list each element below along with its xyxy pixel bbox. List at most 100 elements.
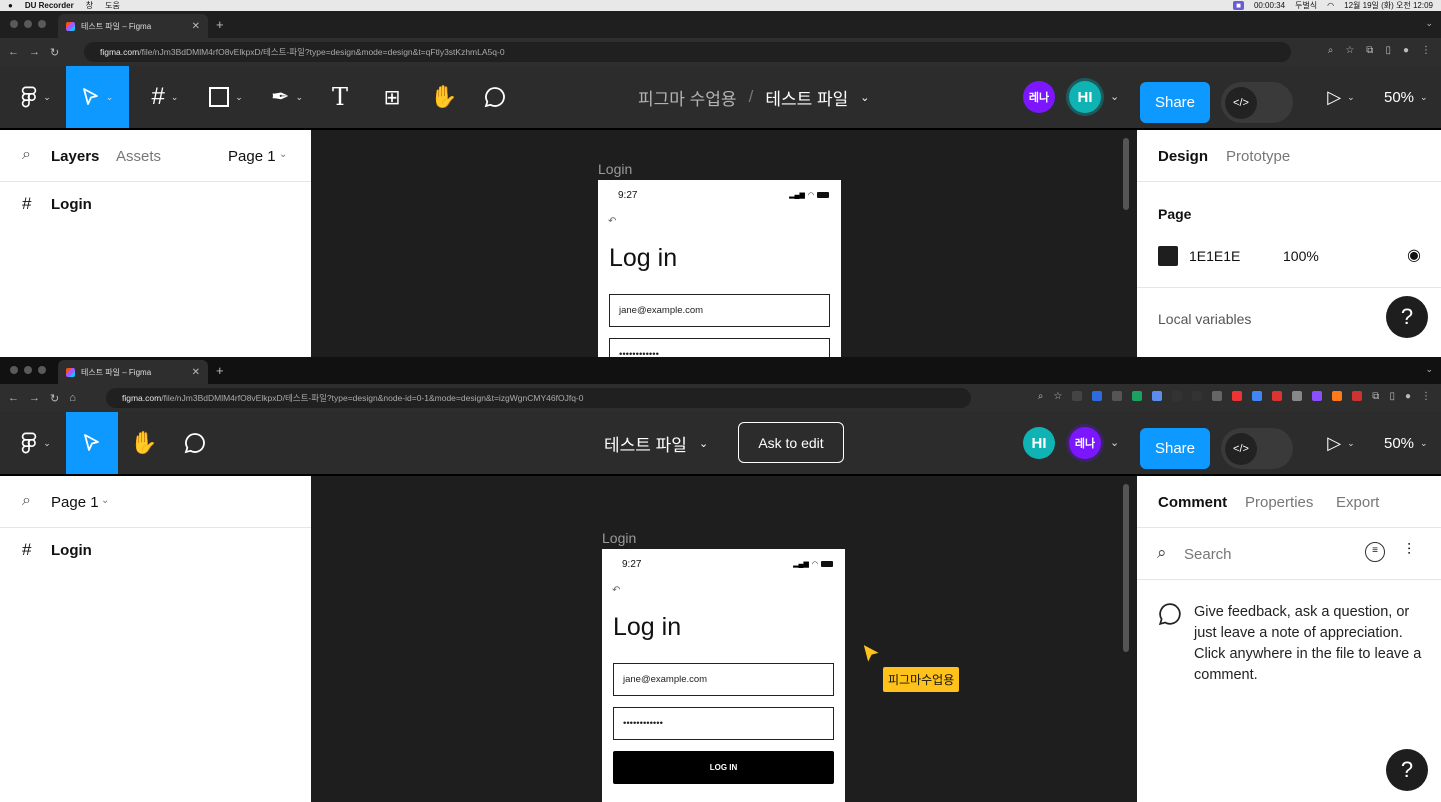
page-color-value[interactable]: 1E1E1E (1189, 248, 1240, 264)
extension-icon[interactable] (1352, 391, 1363, 401)
frame-tool-button[interactable]: # ⌄ (140, 66, 190, 128)
zoom-menu[interactable]: 50% ⌄ (1384, 412, 1428, 474)
main-menu-button[interactable]: ⌄ (10, 412, 62, 474)
chevron-down-icon[interactable]: ⌄ (279, 149, 287, 160)
back-icon[interactable]: ← (8, 392, 19, 404)
file-name[interactable]: 테스트 파일 (604, 431, 687, 456)
extension-icon[interactable] (1272, 391, 1283, 401)
search-icon[interactable]: ⌕ (22, 492, 31, 510)
filter-icon[interactable]: ≡ (1365, 542, 1385, 562)
chevron-down-icon[interactable]: ⌄ (1110, 436, 1119, 449)
move-tool-button[interactable]: ⌄ (66, 66, 129, 128)
traffic-lights[interactable] (10, 20, 46, 28)
zoom-menu[interactable]: 50% ⌄ (1384, 66, 1428, 128)
hand-tool-button[interactable]: ✋ (124, 412, 164, 474)
avatar[interactable]: HI (1069, 81, 1101, 113)
menubar-item-help[interactable]: 도움 (105, 0, 120, 11)
menubar-item-window[interactable]: 창 (86, 0, 93, 11)
menu-dots-icon[interactable]: ⋮ (1421, 391, 1431, 402)
tab-prototype[interactable]: Prototype (1226, 148, 1290, 165)
dev-mode-toggle[interactable]: </> (1221, 82, 1293, 123)
forward-icon[interactable]: → (29, 392, 40, 404)
extension-icon[interactable] (1152, 391, 1163, 401)
frame-label[interactable]: Login (602, 530, 636, 546)
main-menu-button[interactable]: ⌄ (10, 66, 62, 128)
page-opacity-value[interactable]: 100% (1283, 248, 1319, 264)
extension-icon[interactable] (1172, 391, 1183, 401)
canvas-scrollbar[interactable] (1123, 484, 1129, 652)
apple-icon[interactable]: ● (8, 1, 13, 10)
tab-layers[interactable]: Layers (51, 148, 99, 165)
menubar-app-name[interactable]: DU Recorder (25, 1, 74, 10)
recorder-badge[interactable]: ■ (1233, 1, 1244, 10)
url-field[interactable]: figma.com/file/nJm3BdDMlM4rfO8vElkpxD/테스… (84, 42, 1291, 62)
shape-tool-button[interactable]: ⌄ (200, 66, 252, 128)
text-tool-button[interactable]: T (322, 66, 358, 128)
keyboard-input[interactable]: 두벌식 (1295, 0, 1317, 11)
tab-list-chevron-icon[interactable]: ⌄ (1425, 364, 1433, 375)
comment-search-input[interactable]: Search (1184, 546, 1232, 563)
extension-icon[interactable] (1212, 391, 1223, 401)
comment-tool-button[interactable] (476, 66, 514, 128)
present-button[interactable]: ▷ ⌄ (1318, 412, 1364, 474)
chevron-down-icon[interactable]: ⌄ (699, 437, 708, 450)
page-color-swatch[interactable] (1158, 246, 1178, 266)
frame-label[interactable]: Login (598, 161, 632, 177)
extension-icon[interactable] (1112, 391, 1123, 401)
local-variables-title[interactable]: Local variables (1158, 311, 1251, 327)
wifi-icon[interactable]: ◠ (1327, 1, 1334, 10)
tab-comment[interactable]: Comment (1158, 494, 1227, 511)
present-button[interactable]: ▷ ⌄ (1318, 66, 1364, 128)
page-selector[interactable]: Page 1 (51, 494, 99, 511)
layer-row[interactable]: # Login (0, 538, 311, 564)
extension-icon[interactable] (1312, 391, 1323, 401)
extension-icon[interactable] (1232, 391, 1243, 401)
login-frame[interactable]: 9:27 ▂▄▆ ◠ ↶ Log in jane@example.com ••••… (598, 180, 841, 357)
traffic-lights[interactable] (10, 366, 46, 374)
tab-assets[interactable]: Assets (116, 148, 161, 165)
close-tab-icon[interactable]: ✕ (192, 21, 200, 32)
page-selector[interactable]: Page 1 (228, 148, 276, 165)
clock[interactable]: 12월 19일 (화) 오전 12:09 (1344, 0, 1433, 11)
reload-icon[interactable]: ↻ (50, 392, 59, 405)
back-icon[interactable]: ← (8, 46, 19, 58)
avatar[interactable]: 레나 (1023, 81, 1055, 113)
forward-icon[interactable]: → (29, 46, 40, 58)
zoom-icon[interactable]: ⌕ (1038, 391, 1044, 402)
url-field[interactable]: figma.com/file/nJm3BdDMlM4rfO8vElkpxD/테스… (106, 388, 971, 408)
ask-to-edit-button[interactable]: Ask to edit (738, 422, 844, 463)
sidepanel-icon[interactable]: ▯ (1385, 45, 1391, 56)
eye-icon[interactable]: ◉ (1407, 245, 1421, 265)
share-button[interactable]: Share (1140, 428, 1210, 469)
browser-tab[interactable]: 테스트 파일 – Figma ✕ (58, 14, 208, 38)
tab-properties[interactable]: Properties (1245, 494, 1313, 511)
dev-mode-toggle[interactable]: </> (1221, 428, 1293, 469)
extension-icon[interactable] (1252, 391, 1263, 401)
sidepanel-icon[interactable]: ▯ (1389, 391, 1395, 402)
comment-tool-button[interactable] (176, 412, 214, 474)
home-icon[interactable]: ⌂ (69, 392, 76, 404)
move-tool-button[interactable] (66, 412, 118, 474)
layer-row[interactable]: # Login (0, 192, 311, 218)
hand-tool-button[interactable]: ✋ (424, 66, 464, 128)
chevron-down-icon[interactable]: ⌄ (860, 91, 869, 104)
browser-tab[interactable]: 테스트 파일 – Figma ✕ (58, 360, 208, 384)
pen-tool-button[interactable]: ✒ ⌄ (262, 66, 312, 128)
new-tab-icon[interactable]: + (216, 363, 224, 378)
login-frame[interactable]: 9:27 ▂▄▆ ◠ ↶ Log in jane@example.com ••••… (602, 549, 845, 802)
bookmark-star-icon[interactable]: ☆ (1053, 391, 1062, 402)
help-button[interactable]: ? (1386, 296, 1428, 338)
tab-export[interactable]: Export (1336, 494, 1379, 511)
profile-icon[interactable]: ● (1405, 391, 1411, 402)
extension-icon[interactable] (1292, 391, 1303, 401)
file-name[interactable]: 테스트 파일 (765, 85, 848, 110)
extensions-icon[interactable]: ⧉ (1372, 391, 1379, 402)
project-name[interactable]: 피그마 수업용 (638, 85, 737, 110)
avatar[interactable]: 레나 (1069, 427, 1101, 459)
extension-icon[interactable] (1072, 391, 1083, 401)
new-tab-icon[interactable]: + (216, 17, 224, 32)
zoom-icon[interactable]: ⌕ (1328, 45, 1334, 56)
avatar[interactable]: HI (1023, 427, 1055, 459)
settings-sliders-icon[interactable]: ⫶ (1407, 542, 1411, 560)
extension-icon[interactable] (1192, 391, 1203, 401)
